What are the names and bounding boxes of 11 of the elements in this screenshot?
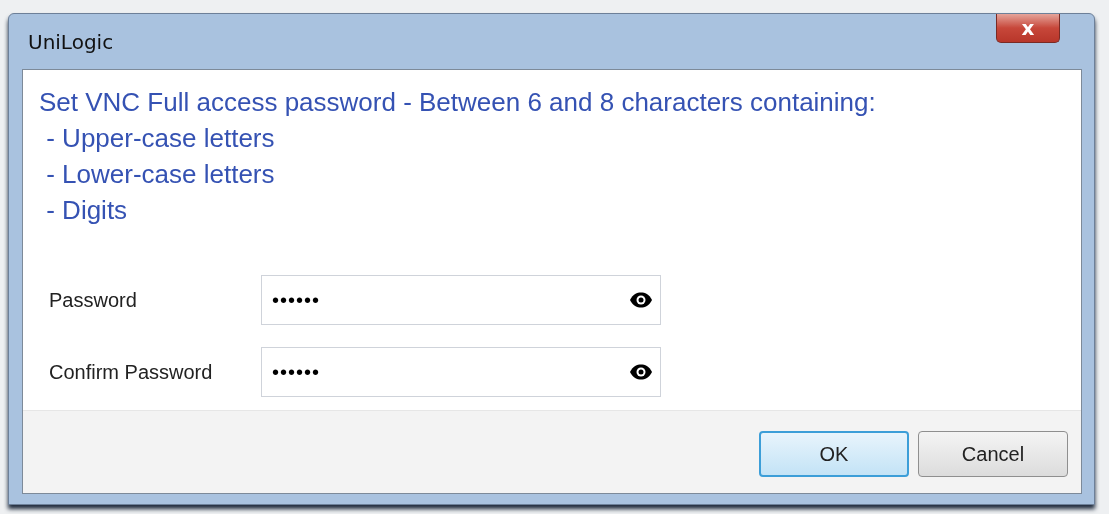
eye-icon[interactable]	[629, 364, 653, 380]
window-title: UniLogic	[27, 29, 114, 54]
eye-icon[interactable]	[629, 292, 653, 308]
close-button[interactable]: x	[996, 14, 1060, 43]
instruction-text: Set VNC Full access password - Between 6 and 8 characters containing: - Upper-case letters - Lower-case letters - Digits	[39, 86, 877, 227]
ok-button[interactable]: OK	[759, 431, 909, 477]
field-label: Confirm Password	[49, 360, 214, 384]
password-field[interactable]: ••••••	[261, 275, 661, 325]
cancel-button[interactable]: Cancel	[918, 431, 1068, 477]
field-label: Password	[49, 288, 138, 312]
password-field[interactable]: ••••••	[261, 347, 661, 397]
